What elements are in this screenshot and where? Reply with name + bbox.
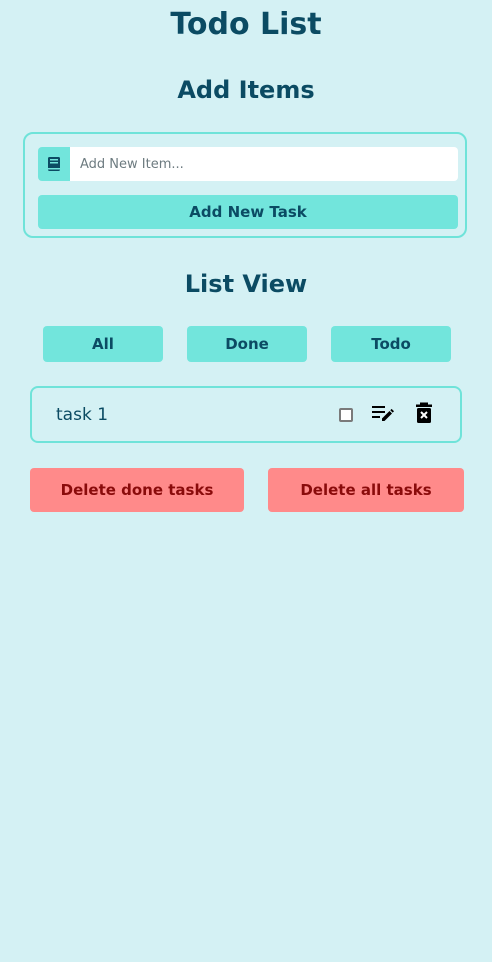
add-new-task-button[interactable]: Add New Task (38, 195, 458, 229)
new-item-input-group (38, 147, 458, 181)
task-done-checkbox[interactable] (339, 408, 353, 422)
filter-all-button[interactable]: All (43, 326, 163, 362)
delete-icon[interactable] (415, 402, 433, 424)
add-items-heading: Add Items (177, 76, 315, 104)
book-icon (38, 147, 70, 181)
filter-done-button[interactable]: Done (187, 326, 307, 362)
filter-todo-button[interactable]: Todo (331, 326, 451, 362)
list-view-heading: List View (184, 270, 308, 298)
page-title: Todo List (170, 7, 322, 42)
edit-icon[interactable] (372, 404, 394, 424)
task-item: task 1 (30, 386, 462, 443)
delete-all-tasks-button[interactable]: Delete all tasks (268, 468, 464, 512)
task-label: task 1 (56, 405, 109, 425)
delete-done-tasks-button[interactable]: Delete done tasks (30, 468, 244, 512)
new-item-input[interactable] (70, 147, 458, 181)
add-item-card: Add New Task (23, 132, 467, 238)
